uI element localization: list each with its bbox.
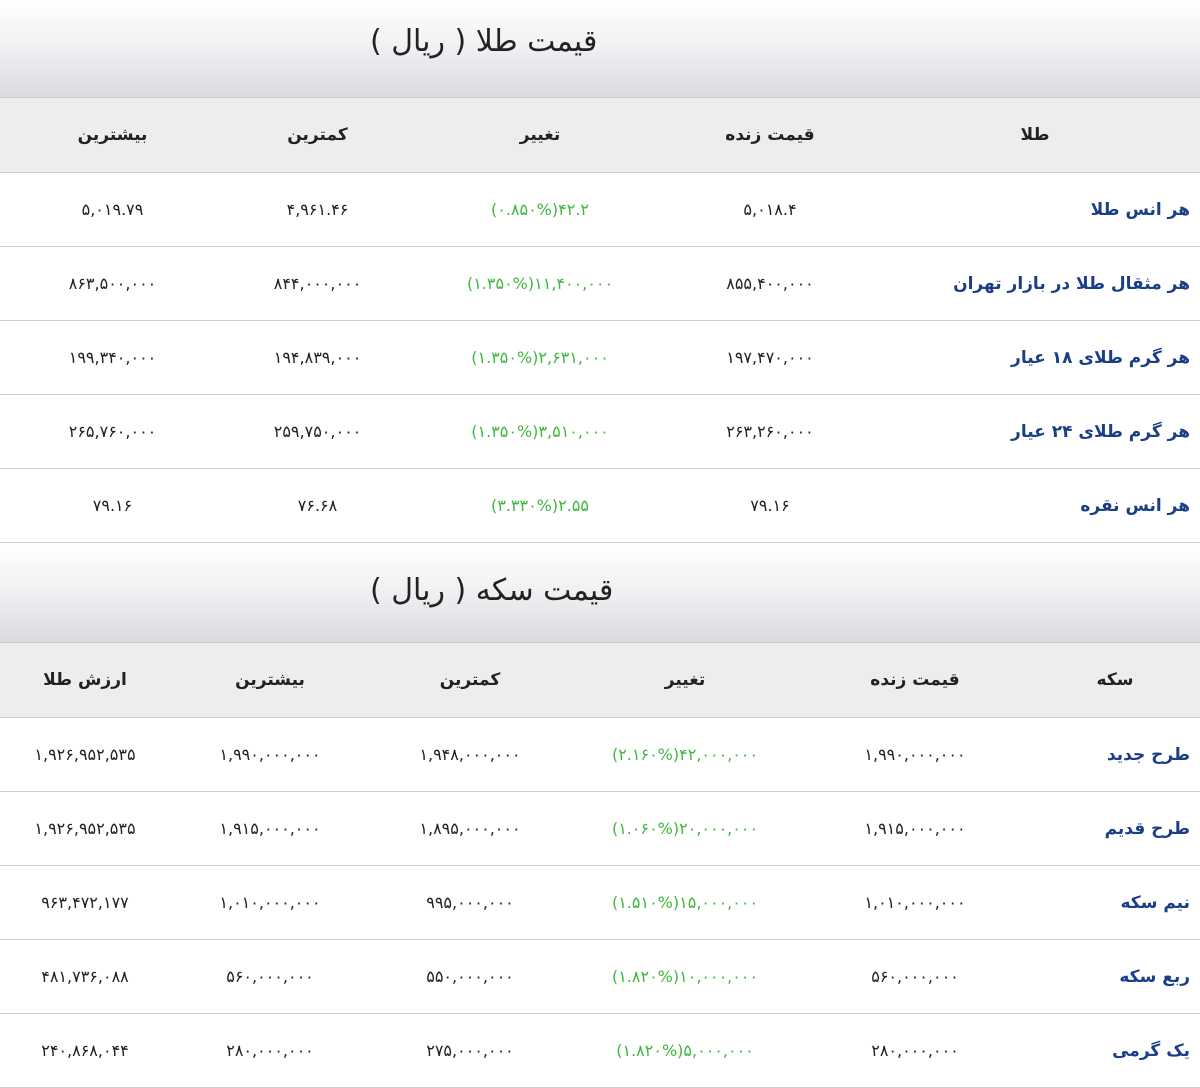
live-price: ۱,۹۹۰,۰۰۰,۰۰۰ — [800, 717, 1030, 792]
col-header-change: تغییر — [410, 98, 670, 173]
high-price: ۱,۹۱۵,۰۰۰,۰۰۰ — [170, 791, 370, 866]
col-header-coin: سکه — [1030, 643, 1200, 718]
item-name-link[interactable]: هر گرم طلای ۱۸ عیار — [870, 320, 1200, 395]
table-row: یک گرمی ۲۸۰,۰۰۰,۰۰۰ ۵,۰۰۰,۰۰۰(۱.۸۲۰%) ۲۷… — [0, 1013, 1200, 1088]
price-change: ۱۵,۰۰۰,۰۰۰(۱.۵۱۰%) — [570, 865, 800, 940]
table-row: ربع سکه ۵۶۰,۰۰۰,۰۰۰ ۱۰,۰۰۰,۰۰۰(۱.۸۲۰%) ۵… — [0, 939, 1200, 1014]
col-header-low: کمترین — [225, 98, 410, 173]
live-price: ۷۹.۱۶ — [670, 468, 870, 543]
gold-value: ۱,۹۲۶,۹۵۲,۵۳۵ — [0, 717, 170, 792]
gold-table-header-row: طلا قیمت زنده تغییر کمترین بیشترین — [0, 98, 1200, 173]
high-price: ۲۸۰,۰۰۰,۰۰۰ — [170, 1013, 370, 1088]
col-header-gold-value: ارزش طلا — [0, 643, 170, 718]
col-header-high: بیشترین — [0, 98, 225, 173]
table-row: هر مثقال طلا در بازار تهران ۸۵۵,۴۰۰,۰۰۰ … — [0, 246, 1200, 321]
price-change: ۲,۶۳۱,۰۰۰(۱.۳۵۰%) — [410, 320, 670, 395]
low-price: ۵۵۰,۰۰۰,۰۰۰ — [370, 939, 570, 1014]
live-price: ۵,۰۱۸.۴ — [670, 172, 870, 247]
low-price: ۹۹۵,۰۰۰,۰۰۰ — [370, 865, 570, 940]
item-name-link[interactable]: نیم سکه — [1030, 865, 1200, 940]
price-change: ۳,۵۱۰,۰۰۰(۱.۳۵۰%) — [410, 394, 670, 469]
table-row: طرح قدیم ۱,۹۱۵,۰۰۰,۰۰۰ ۲۰,۰۰۰,۰۰۰(۱.۰۶۰%… — [0, 791, 1200, 866]
gold-section-title: قیمت طلا ( ریال ) — [370, 24, 598, 59]
high-price: ۷۹.۱۶ — [0, 468, 225, 543]
table-row: طرح جدید ۱,۹۹۰,۰۰۰,۰۰۰ ۴۲,۰۰۰,۰۰۰(۲.۱۶۰%… — [0, 717, 1200, 792]
col-header-live-price: قیمت زنده — [670, 98, 870, 173]
price-change: ۲.۵۵(۳.۳۳۰%) — [410, 468, 670, 543]
table-row: هر انس نقره ۷۹.۱۶ ۲.۵۵(۳.۳۳۰%) ۷۶.۶۸ ۷۹.… — [0, 468, 1200, 543]
high-price: ۱۹۹,۳۴۰,۰۰۰ — [0, 320, 225, 395]
table-row: هر گرم طلای ۱۸ عیار ۱۹۷,۴۷۰,۰۰۰ ۲,۶۳۱,۰۰… — [0, 320, 1200, 395]
price-change: ۴۲.۲(۰.۸۵۰%) — [410, 172, 670, 247]
item-name-link[interactable]: یک گرمی — [1030, 1013, 1200, 1088]
high-price: ۵۶۰,۰۰۰,۰۰۰ — [170, 939, 370, 1014]
item-name-link[interactable]: هر انس طلا — [870, 172, 1200, 247]
live-price: ۲۸۰,۰۰۰,۰۰۰ — [800, 1013, 1030, 1088]
low-price: ۴,۹۶۱.۴۶ — [225, 172, 410, 247]
col-header-live-price: قیمت زنده — [800, 643, 1030, 718]
coin-section-title: قیمت سکه ( ریال ) — [370, 573, 614, 608]
col-header-high: بیشترین — [170, 643, 370, 718]
high-price: ۸۶۳,۵۰۰,۰۰۰ — [0, 246, 225, 321]
live-price: ۲۶۳,۲۶۰,۰۰۰ — [670, 394, 870, 469]
gold-value: ۱,۹۲۶,۹۵۲,۵۳۵ — [0, 791, 170, 866]
live-price: ۱,۰۱۰,۰۰۰,۰۰۰ — [800, 865, 1030, 940]
low-price: ۲۵۹,۷۵۰,۰۰۰ — [225, 394, 410, 469]
low-price: ۲۷۵,۰۰۰,۰۰۰ — [370, 1013, 570, 1088]
item-name-link[interactable]: طرح جدید — [1030, 717, 1200, 792]
item-name-link[interactable]: هر گرم طلای ۲۴ عیار — [870, 394, 1200, 469]
gold-section-header: قیمت طلا ( ریال ) — [0, 0, 1200, 98]
live-price: ۸۵۵,۴۰۰,۰۰۰ — [670, 246, 870, 321]
high-price: ۵,۰۱۹.۷۹ — [0, 172, 225, 247]
low-price: ۷۶.۶۸ — [225, 468, 410, 543]
low-price: ۱۹۴,۸۳۹,۰۰۰ — [225, 320, 410, 395]
gold-price-table: طلا قیمت زنده تغییر کمترین بیشترین هر ان… — [0, 98, 1200, 543]
high-price: ۱,۰۱۰,۰۰۰,۰۰۰ — [170, 865, 370, 940]
gold-value: ۹۶۳,۴۷۲,۱۷۷ — [0, 865, 170, 940]
coin-section-header: قیمت سکه ( ریال ) — [0, 543, 1200, 643]
high-price: ۲۶۵,۷۶۰,۰۰۰ — [0, 394, 225, 469]
price-change: ۲۰,۰۰۰,۰۰۰(۱.۰۶۰%) — [570, 791, 800, 866]
table-row: هر گرم طلای ۲۴ عیار ۲۶۳,۲۶۰,۰۰۰ ۳,۵۱۰,۰۰… — [0, 394, 1200, 469]
low-price: ۱,۹۴۸,۰۰۰,۰۰۰ — [370, 717, 570, 792]
price-change: ۱۰,۰۰۰,۰۰۰(۱.۸۲۰%) — [570, 939, 800, 1014]
live-price: ۱۹۷,۴۷۰,۰۰۰ — [670, 320, 870, 395]
item-name-link[interactable]: هر مثقال طلا در بازار تهران — [870, 246, 1200, 321]
item-name-link[interactable]: طرح قدیم — [1030, 791, 1200, 866]
col-header-gold: طلا — [870, 98, 1200, 173]
high-price: ۱,۹۹۰,۰۰۰,۰۰۰ — [170, 717, 370, 792]
price-change: ۵,۰۰۰,۰۰۰(۱.۸۲۰%) — [570, 1013, 800, 1088]
low-price: ۸۴۴,۰۰۰,۰۰۰ — [225, 246, 410, 321]
col-header-change: تغییر — [570, 643, 800, 718]
price-change: ۴۲,۰۰۰,۰۰۰(۲.۱۶۰%) — [570, 717, 800, 792]
price-change: ۱۱,۴۰۰,۰۰۰(۱.۳۵۰%) — [410, 246, 670, 321]
live-price: ۵۶۰,۰۰۰,۰۰۰ — [800, 939, 1030, 1014]
gold-value: ۴۸۱,۷۳۶,۰۸۸ — [0, 939, 170, 1014]
col-header-low: کمترین — [370, 643, 570, 718]
item-name-link[interactable]: هر انس نقره — [870, 468, 1200, 543]
item-name-link[interactable]: ربع سکه — [1030, 939, 1200, 1014]
low-price: ۱,۸۹۵,۰۰۰,۰۰۰ — [370, 791, 570, 866]
gold-value: ۲۴۰,۸۶۸,۰۴۴ — [0, 1013, 170, 1088]
table-row: نیم سکه ۱,۰۱۰,۰۰۰,۰۰۰ ۱۵,۰۰۰,۰۰۰(۱.۵۱۰%)… — [0, 865, 1200, 940]
table-row: هر انس طلا ۵,۰۱۸.۴ ۴۲.۲(۰.۸۵۰%) ۴,۹۶۱.۴۶… — [0, 172, 1200, 247]
coin-price-table: سکه قیمت زنده تغییر کمترین بیشترین ارزش … — [0, 643, 1200, 1088]
coin-table-header-row: سکه قیمت زنده تغییر کمترین بیشترین ارزش … — [0, 643, 1200, 718]
live-price: ۱,۹۱۵,۰۰۰,۰۰۰ — [800, 791, 1030, 866]
